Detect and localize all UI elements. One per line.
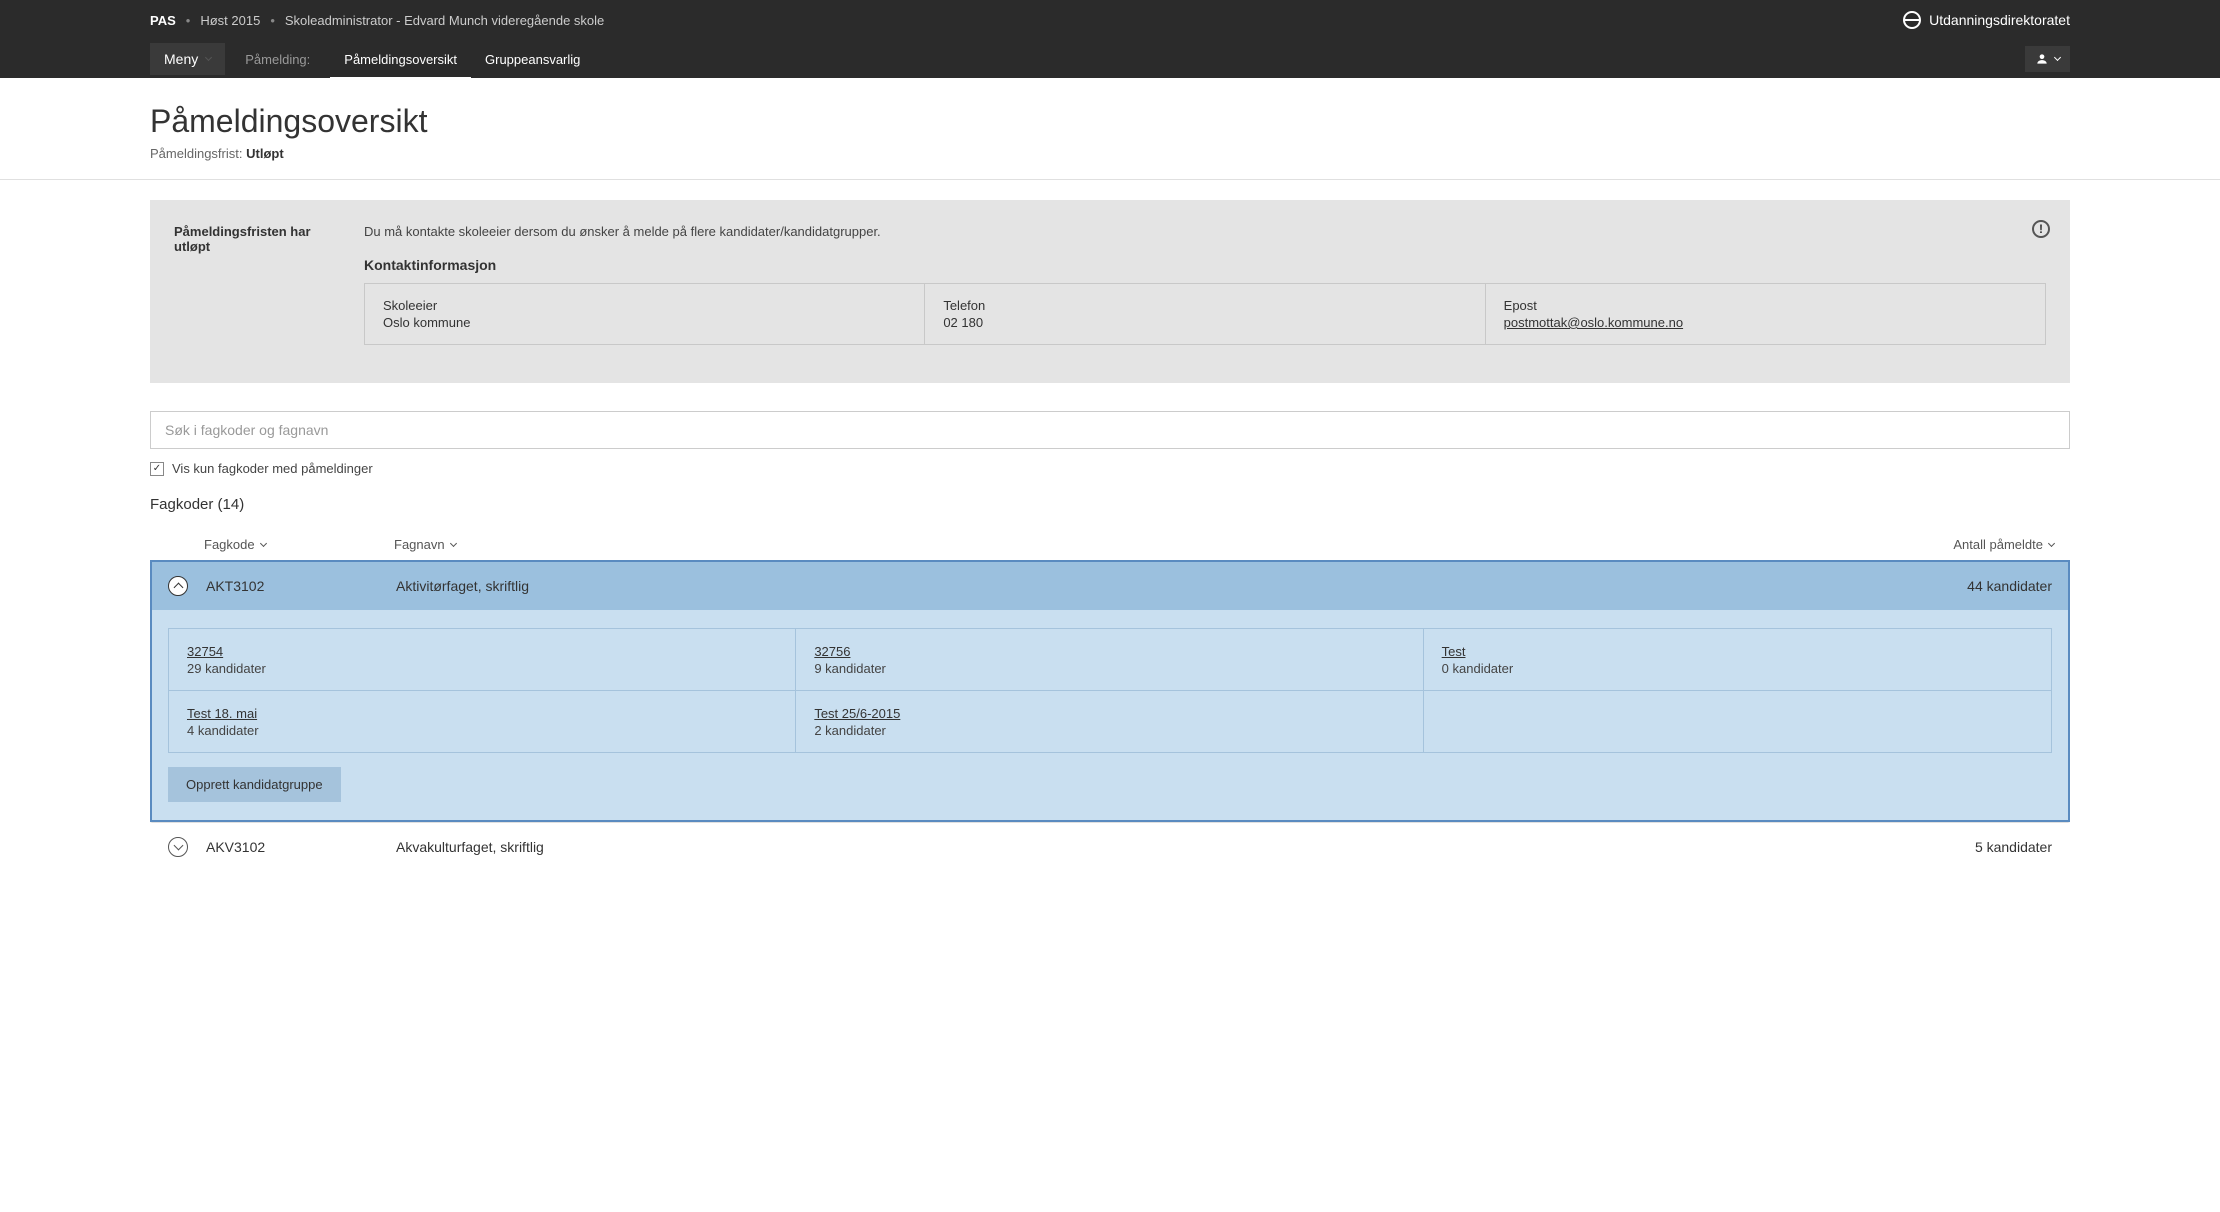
nav-bar: Meny Påmelding: Påmeldingsoversikt Grupp… xyxy=(0,40,2220,78)
group-cell-empty xyxy=(1424,691,2051,752)
table-header: Fagkode Fagnavn Antall påmeldte xyxy=(150,529,2070,560)
fagkode-row-header[interactable]: AKT3102 Aktivitørfaget, skriftlig 44 kan… xyxy=(152,562,2068,610)
page-title: Påmeldingsoversikt xyxy=(150,103,2070,140)
group-count: 0 kandidater xyxy=(1442,661,2033,676)
fagkode-name: Akvakulturfaget, skriftlig xyxy=(396,839,1892,855)
org-logo-icon xyxy=(1903,11,1921,29)
fagkode-code: AKT3102 xyxy=(206,578,396,594)
group-count: 9 kandidater xyxy=(814,661,1404,676)
tab-gruppeansvarlig[interactable]: Gruppeansvarlig xyxy=(471,42,594,77)
group-cell[interactable]: Test 18. mai 4 kandidater xyxy=(169,691,796,752)
tab-pameldingsoversikt[interactable]: Påmeldingsoversikt xyxy=(330,42,471,77)
fagkode-body: 32754 29 kandidater 32756 9 kandidater T… xyxy=(152,610,2068,820)
fagkode-name: Aktivitørfaget, skriftlig xyxy=(396,578,1892,594)
user-menu-button[interactable] xyxy=(2025,46,2070,72)
chevron-down-icon xyxy=(173,841,183,851)
breadcrumb: PAS • Høst 2015 • Skoleadministrator - E… xyxy=(150,13,604,28)
top-header: PAS • Høst 2015 • Skoleadministrator - E… xyxy=(0,0,2220,40)
group-cell[interactable]: 32754 29 kandidater xyxy=(169,629,796,691)
app-name: PAS xyxy=(150,13,176,28)
column-header-name[interactable]: Fagnavn xyxy=(394,537,1894,552)
group-link[interactable]: 32756 xyxy=(814,644,850,659)
column-header-count[interactable]: Antall påmeldte xyxy=(1894,537,2054,552)
group-cell[interactable]: 32756 9 kandidater xyxy=(796,629,1423,691)
user-icon xyxy=(2035,52,2049,66)
group-link[interactable]: Test 25/6-2015 xyxy=(814,706,900,721)
search-input[interactable] xyxy=(150,411,2070,449)
filter-checkbox[interactable]: ✓ Vis kun fagkoder med påmeldinger xyxy=(150,461,2070,476)
org-logo: Utdanningsdirektoratet xyxy=(1903,11,2070,29)
contact-email: Epost postmottak@oslo.kommune.no xyxy=(1486,284,2045,344)
info-title: Påmeldingsfristen har utløpt xyxy=(174,224,344,345)
fagkode-row-expanded: AKT3102 Aktivitørfaget, skriftlig 44 kan… xyxy=(150,560,2070,822)
group-link[interactable]: Test xyxy=(1442,644,1466,659)
chevron-up-icon xyxy=(173,583,183,593)
chevron-down-icon xyxy=(2054,54,2061,61)
contact-title: Kontaktinformasjon xyxy=(364,257,2046,273)
group-count: 2 kandidater xyxy=(814,723,1404,738)
breadcrumb-role[interactable]: Skoleadministrator - Edvard Munch videre… xyxy=(285,13,604,28)
info-icon: ! xyxy=(2032,220,2050,238)
groups-grid: 32754 29 kandidater 32756 9 kandidater T… xyxy=(168,628,2052,753)
collapse-toggle[interactable] xyxy=(168,576,188,596)
contact-grid: Skoleeier Oslo kommune Telefon 02 180 Ep… xyxy=(364,283,2046,345)
breadcrumb-term[interactable]: Høst 2015 xyxy=(200,13,260,28)
group-cell[interactable]: Test 0 kandidater xyxy=(1424,629,2051,691)
section-title: Fagkoder (14) xyxy=(150,496,2070,513)
checkbox-icon: ✓ xyxy=(150,462,164,476)
fagkode-count: 44 kandidater xyxy=(1892,578,2052,594)
page-subtitle: Påmeldingsfrist: Utløpt xyxy=(150,146,2070,161)
fagkode-row-header[interactable]: AKV3102 Akvakulturfaget, skriftlig 5 kan… xyxy=(152,823,2068,871)
create-group-button[interactable]: Opprett kandidatgruppe xyxy=(168,767,341,802)
contact-email-link[interactable]: postmottak@oslo.kommune.no xyxy=(1504,315,1683,330)
contact-phone: Telefon 02 180 xyxy=(925,284,1485,344)
column-header-code[interactable]: Fagkode xyxy=(204,537,394,552)
group-count: 29 kandidater xyxy=(187,661,777,676)
info-description: Du må kontakte skoleeier dersom du ønske… xyxy=(364,224,2046,239)
chevron-down-icon xyxy=(205,54,212,61)
group-count: 4 kandidater xyxy=(187,723,777,738)
group-cell[interactable]: Test 25/6-2015 2 kandidater xyxy=(796,691,1423,752)
chevron-down-icon xyxy=(2048,539,2055,546)
page-header: Påmeldingsoversikt Påmeldingsfrist: Utlø… xyxy=(0,78,2220,180)
chevron-down-icon xyxy=(260,539,267,546)
chevron-down-icon xyxy=(450,539,457,546)
fagkode-count: 5 kandidater xyxy=(1892,839,2052,855)
group-link[interactable]: Test 18. mai xyxy=(187,706,257,721)
fagkode-row-collapsed: AKV3102 Akvakulturfaget, skriftlig 5 kan… xyxy=(150,822,2070,873)
info-box-deadline-expired: ! Påmeldingsfristen har utløpt Du må kon… xyxy=(150,200,2070,383)
expand-toggle[interactable] xyxy=(168,837,188,857)
org-name: Utdanningsdirektoratet xyxy=(1929,12,2070,28)
nav-section-label: Påmelding: xyxy=(245,52,310,67)
menu-button[interactable]: Meny xyxy=(150,43,225,75)
group-link[interactable]: 32754 xyxy=(187,644,223,659)
fagkode-code: AKV3102 xyxy=(206,839,396,855)
contact-owner: Skoleeier Oslo kommune xyxy=(365,284,925,344)
